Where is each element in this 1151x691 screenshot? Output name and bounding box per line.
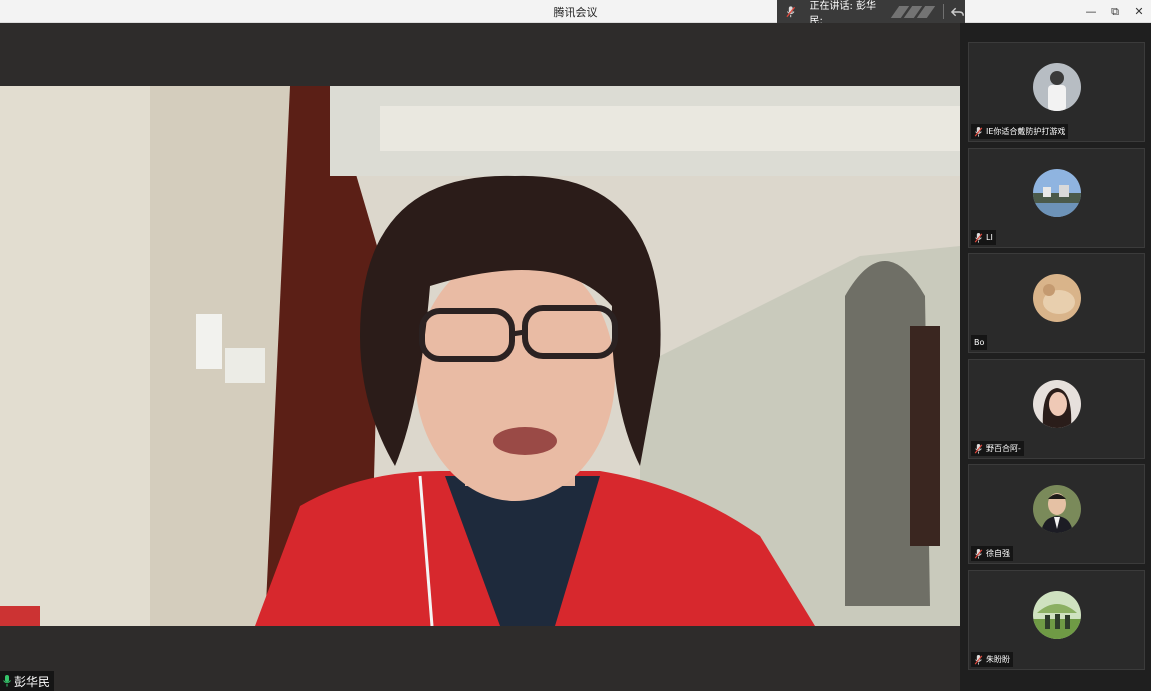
avatar [1033, 485, 1081, 533]
participant-label: 徐自强 [971, 546, 1013, 561]
divider [942, 4, 944, 19]
minimize-button[interactable]: — [1079, 0, 1103, 23]
participant-tile[interactable]: LI [968, 148, 1145, 248]
participant-tile[interactable]: IE你适合戴防护打游戏 [968, 42, 1145, 142]
participant-label: LI [971, 230, 996, 245]
participant-tile[interactable]: 徐自强 [968, 464, 1145, 564]
mic-active-icon [3, 675, 11, 687]
mic-muted-icon [974, 654, 983, 665]
participant-label: 野百合阿- [971, 441, 1024, 456]
mic-muted-icon [974, 443, 983, 454]
window-controls: — ⧉ ✕ [1079, 0, 1151, 23]
participant-label: Bo [971, 335, 988, 350]
avatar [1033, 380, 1081, 428]
mic-muted-icon [974, 548, 983, 559]
avatar [1033, 274, 1081, 322]
participant-tile[interactable]: 朱盼盼 [968, 570, 1145, 670]
title-bar: 腾讯会议 [0, 0, 1151, 23]
avatar [1033, 169, 1081, 217]
speaker-name: 彭华民 [14, 674, 51, 689]
restore-button[interactable]: ⧉ [1103, 0, 1127, 23]
participant-tile[interactable]: Bo [968, 253, 1145, 353]
participant-label: 朱盼盼 [971, 652, 1013, 667]
mic-muted-icon [974, 232, 983, 243]
participant-sidebar: IE你适合戴防护打游戏 LI Bo 野百合阿- 徐自强 朱盼盼 [960, 23, 1151, 691]
participant-name: LI [986, 233, 993, 242]
participant-name: 野百合阿- [986, 444, 1021, 453]
mic-muted-icon [974, 126, 983, 137]
app-title: 腾讯会议 [553, 6, 598, 19]
audio-wave-icon [890, 5, 936, 18]
speaker-video[interactable] [0, 86, 960, 626]
mic-muted-icon [786, 5, 796, 17]
speaking-indicator: 正在讲话: 彭华民; [777, 0, 965, 27]
speaker-name-tag: 彭华民 [0, 671, 55, 691]
avatar [1033, 591, 1081, 639]
participant-name: Bo [974, 338, 985, 347]
participant-label: IE你适合戴防护打游戏 [971, 124, 1069, 139]
participant-name: 朱盼盼 [986, 655, 1010, 664]
main-video-area: 彭华民 [0, 23, 960, 691]
participant-tile[interactable]: 野百合阿- [968, 359, 1145, 459]
speaker-video-frame [0, 86, 960, 626]
return-icon[interactable] [950, 4, 965, 20]
participant-name: 徐自强 [986, 549, 1010, 558]
participant-name: IE你适合戴防护打游戏 [986, 127, 1066, 136]
close-button[interactable]: ✕ [1127, 0, 1151, 23]
avatar [1033, 63, 1081, 111]
